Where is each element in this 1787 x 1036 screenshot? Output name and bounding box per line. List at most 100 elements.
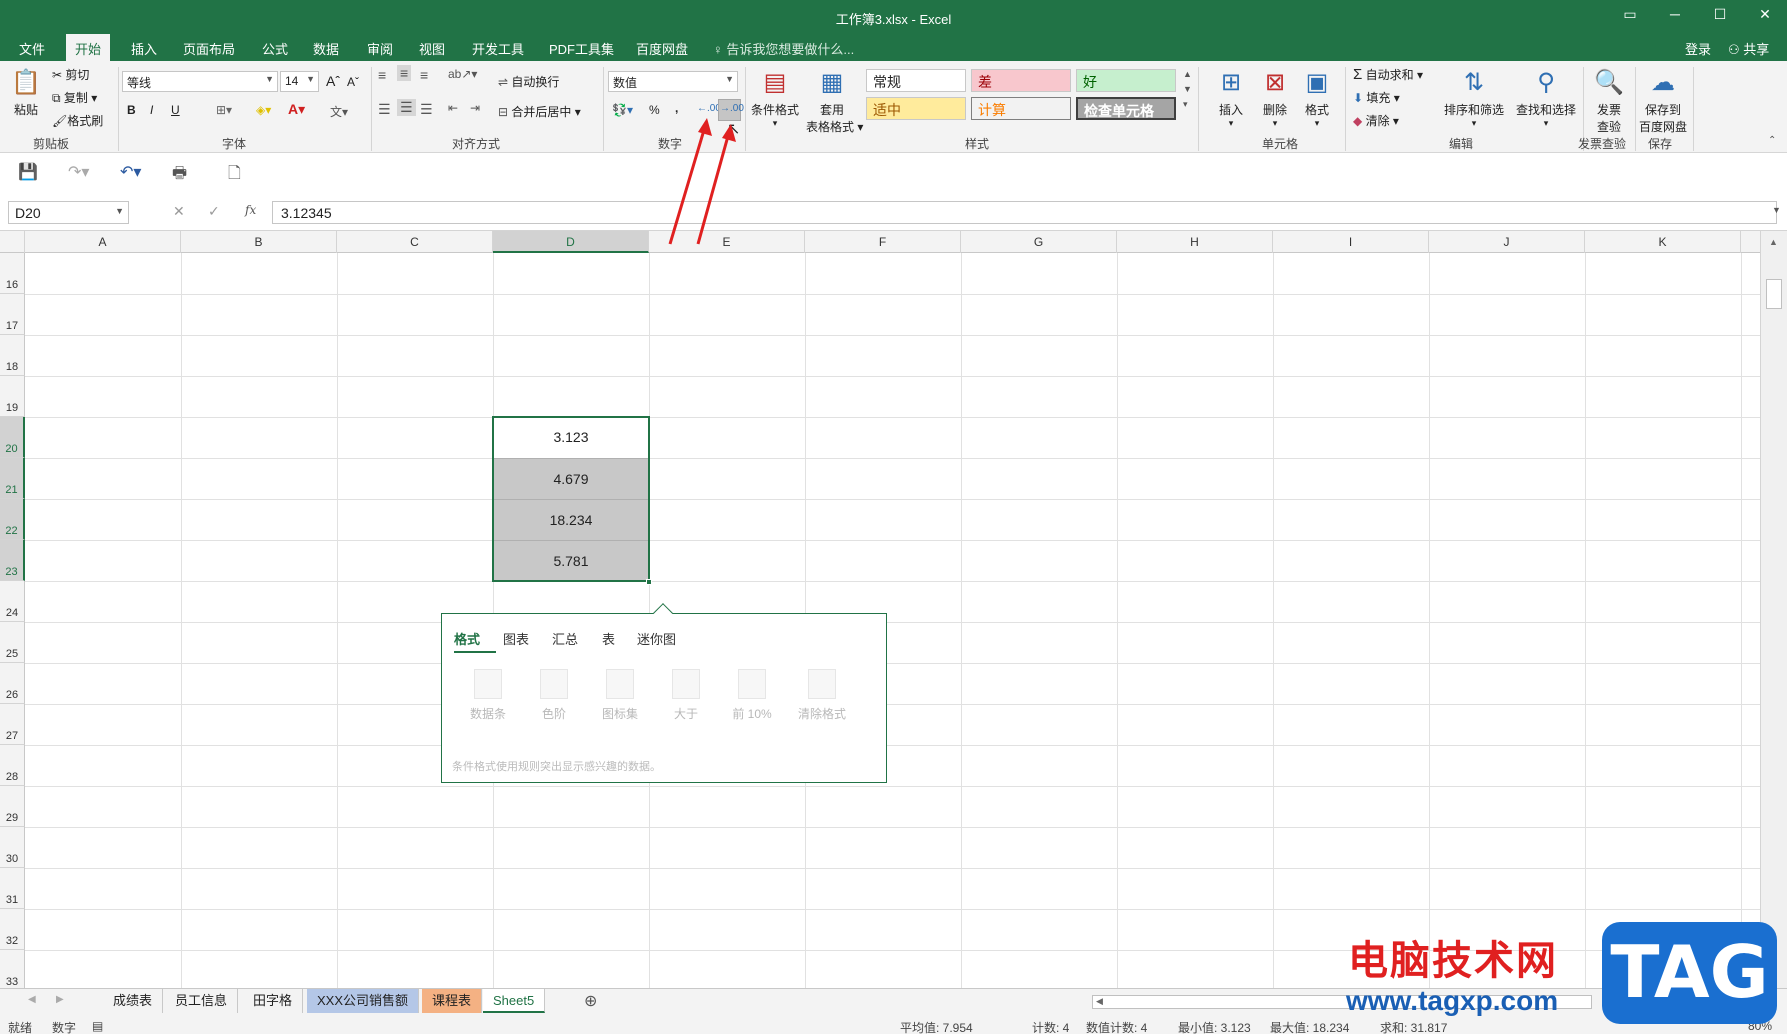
row-header[interactable]: 18 — [0, 335, 25, 376]
currency-icon[interactable]: 💱▾ — [612, 103, 633, 117]
qa-tab-formatting[interactable]: 格式 — [454, 629, 480, 648]
row-header-selected[interactable]: 21 — [0, 458, 25, 499]
decrease-indent-icon[interactable]: ⇤ — [448, 101, 458, 115]
row-header[interactable]: 25 — [0, 622, 25, 663]
scroll-thumb[interactable] — [1766, 279, 1782, 309]
qa-tab-totals[interactable]: 汇总 — [552, 629, 578, 648]
align-top-icon[interactable]: ≡ — [378, 67, 386, 83]
tab-data[interactable]: 数据 — [313, 39, 339, 58]
bold-button[interactable]: B — [127, 103, 136, 117]
select-all-corner[interactable] — [0, 231, 25, 253]
expand-formula-icon[interactable]: ▼ — [1772, 205, 1781, 215]
save-icon[interactable]: 💾 — [18, 162, 38, 182]
row-header[interactable]: 28 — [0, 745, 25, 786]
qa-data-bars-button[interactable]: 数据条 — [464, 669, 512, 722]
format-painter-button[interactable]: 🖌格式刷 — [52, 112, 103, 129]
login-link[interactable]: 登录 — [1685, 39, 1711, 58]
preview-icon[interactable]: 🗋 — [228, 162, 241, 189]
italic-button[interactable]: I — [150, 103, 153, 117]
sheet-tab[interactable]: 成绩表 — [103, 989, 164, 1013]
style-check-cell[interactable]: 检查单元格 — [1076, 97, 1176, 120]
fill-handle[interactable] — [646, 579, 652, 585]
underline-button[interactable]: U — [171, 103, 180, 117]
column-header[interactable]: C — [337, 231, 493, 253]
collapse-ribbon-icon[interactable]: ⌃ — [1768, 135, 1776, 146]
format-as-table-button[interactable]: ▦ 套用 表格格式 ▾ — [806, 67, 863, 135]
tab-view[interactable]: 视图 — [419, 39, 445, 58]
align-right-icon[interactable]: ☰ — [420, 101, 433, 118]
prev-sheet-icon[interactable]: ◀ — [28, 994, 36, 1005]
tab-review[interactable]: 审阅 — [367, 39, 393, 58]
sort-filter-button[interactable]: ⇅ 排序和筛选 ▾ — [1440, 67, 1508, 129]
style-good[interactable]: 好 — [1076, 69, 1176, 92]
column-header[interactable]: B — [181, 231, 337, 253]
align-left-icon[interactable]: ☰ — [378, 101, 391, 118]
column-header[interactable]: I — [1273, 231, 1429, 253]
sheet-tab[interactable]: 田字格 — [243, 989, 304, 1013]
find-select-button[interactable]: ⚲ 查找和选择 ▾ — [1512, 67, 1580, 129]
row-header[interactable]: 24 — [0, 581, 25, 622]
merge-center-button[interactable]: ⊟ 合并后居中 ▾ — [498, 103, 581, 120]
row-header[interactable]: 29 — [0, 786, 25, 827]
style-bad[interactable]: 差 — [971, 69, 1071, 92]
close-icon[interactable]: ✕ — [1747, 6, 1783, 23]
align-bottom-icon[interactable]: ≡ — [420, 67, 428, 83]
fill-button[interactable]: ⬇ 填充 ▾ — [1353, 89, 1400, 106]
sheet-tab[interactable]: 课程表 — [422, 989, 483, 1013]
style-normal[interactable]: 常规 — [866, 69, 966, 92]
row-header[interactable]: 30 — [0, 827, 25, 868]
percent-button[interactable]: % — [649, 103, 660, 117]
paste-button[interactable]: 📋 粘贴 — [8, 67, 44, 118]
row-header[interactable]: 17 — [0, 294, 25, 335]
vertical-scrollbar[interactable]: ▲ — [1760, 231, 1787, 988]
increase-indent-icon[interactable]: ⇥ — [470, 101, 480, 115]
share-button[interactable]: ⚇ 共享 — [1728, 39, 1769, 58]
column-header[interactable]: J — [1429, 231, 1585, 253]
tab-insert[interactable]: 插入 — [131, 39, 157, 58]
qa-clear-format-button[interactable]: 清除格式 — [792, 669, 852, 722]
format-cells-button[interactable]: ▣ 格式 ▾ — [1298, 67, 1336, 129]
row-header[interactable]: 31 — [0, 868, 25, 909]
delete-cells-button[interactable]: ⊠ 删除 ▾ — [1256, 67, 1294, 129]
qa-tab-charts[interactable]: 图表 — [503, 629, 529, 648]
row-header[interactable]: 27 — [0, 704, 25, 745]
style-neutral[interactable]: 适中 — [866, 97, 966, 120]
row-header-selected[interactable]: 22 — [0, 499, 25, 540]
styles-scroll-icon[interactable]: ▲ ▼ ▾ — [1183, 67, 1192, 112]
tab-formulas[interactable]: 公式 — [262, 39, 288, 58]
row-header[interactable]: 19 — [0, 376, 25, 417]
row-header[interactable]: 33 — [0, 950, 25, 988]
next-sheet-icon[interactable]: ▶ — [56, 994, 64, 1005]
insert-cells-button[interactable]: ⊞ 插入 ▾ — [1212, 67, 1250, 129]
sheet-tab[interactable]: 员工信息 — [165, 989, 239, 1013]
align-middle-icon[interactable]: ≡ — [397, 65, 412, 81]
row-header[interactable]: 26 — [0, 663, 25, 704]
copy-button[interactable]: ⧉ 复制 ▾ — [52, 89, 97, 106]
undo-icon[interactable]: ↶▾ — [120, 162, 141, 182]
column-header[interactable]: A — [25, 231, 181, 253]
font-size-select[interactable]: 14 ▼ — [280, 71, 319, 92]
enter-icon[interactable]: ✓ — [208, 203, 220, 220]
qa-color-scale-button[interactable]: 色阶 — [530, 669, 578, 722]
insert-function-button[interactable]: fx — [245, 203, 256, 217]
macro-record-icon[interactable]: ▤ — [92, 1019, 103, 1033]
maximize-icon[interactable]: ☐ — [1702, 6, 1738, 23]
row-header-selected[interactable]: 20 — [0, 417, 25, 458]
tab-page-layout[interactable]: 页面布局 — [183, 39, 235, 58]
row-header[interactable]: 32 — [0, 909, 25, 950]
conditional-format-button[interactable]: ▤ 条件格式 ▾ — [750, 67, 800, 129]
ribbon-display-icon[interactable]: ▭ — [1612, 6, 1648, 23]
column-header[interactable]: K — [1585, 231, 1741, 253]
cancel-icon[interactable]: ✕ — [173, 203, 185, 220]
orientation-icon[interactable]: ab↗▾ — [448, 67, 477, 81]
shrink-font-button[interactable]: Aˇ — [347, 75, 359, 89]
print-preview-icon[interactable]: 🖶 — [172, 162, 187, 189]
sheet-tab-active[interactable]: Sheet5 — [483, 989, 546, 1013]
wrap-text-button[interactable]: ⇌ 自动换行 — [498, 73, 559, 90]
column-header[interactable]: H — [1117, 231, 1273, 253]
phonetic-icon[interactable]: 文▾ — [330, 103, 348, 120]
new-sheet-icon[interactable]: ⊕ — [584, 991, 597, 1011]
font-name-select[interactable]: 等线 ▼ — [122, 71, 278, 92]
tab-home[interactable]: 开始 — [66, 34, 111, 61]
tell-me-box[interactable]: ♀ 告诉我您想要做什么... — [713, 39, 854, 58]
